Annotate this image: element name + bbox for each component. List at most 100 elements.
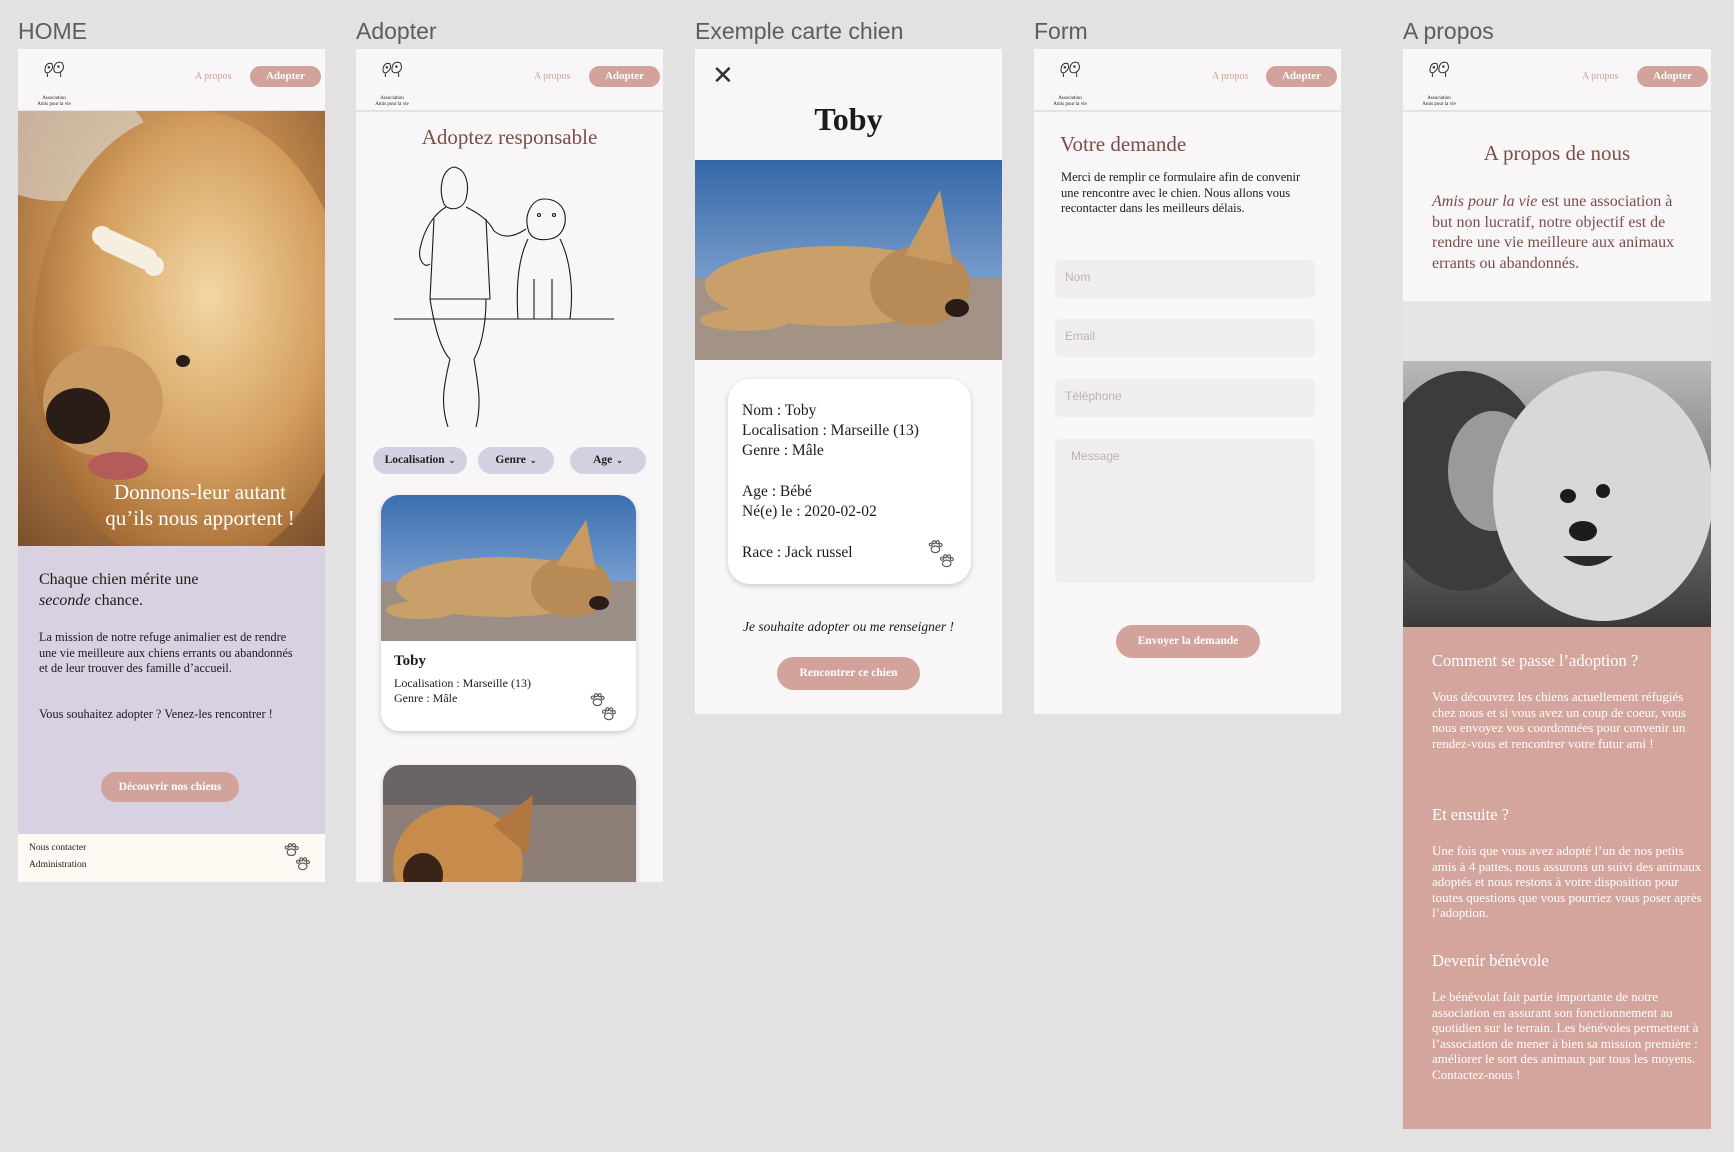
info-age: Age : Bébé	[742, 483, 812, 500]
mission-lead-em: seconde	[39, 592, 91, 609]
filter-genre-label: Genre	[495, 454, 526, 466]
paw-icon	[588, 691, 620, 723]
paw-icon	[926, 538, 958, 570]
logo[interactable]: Association Amis pour la vie	[1050, 57, 1090, 107]
frame-label-apropos: A propos	[1403, 18, 1494, 44]
filter-genre[interactable]: Genre ⌄	[478, 447, 554, 474]
mission-lead-text: Chaque chien mérite une	[39, 571, 199, 588]
logo-text-2: Amis pour la vie	[1422, 102, 1456, 107]
dog-name: Toby	[394, 653, 426, 669]
filter-localisation-label: Localisation	[384, 454, 445, 466]
dog-location: Localisation : Marseille (13)	[394, 676, 531, 690]
frame-apropos: Association Amis pour la vie A propos Ad…	[1403, 49, 1711, 1129]
meet-dog-button[interactable]: Rencontrer ce chien	[777, 657, 920, 690]
adoption-info-section: Comment se passe l’adoption ? Vous décou…	[1403, 627, 1711, 1129]
mission-paragraph: La mission de notre refuge animalier est…	[39, 630, 293, 676]
heading-adoption-process: Comment se passe l’adoption ?	[1432, 651, 1639, 670]
page-title: Adoptez responsable	[421, 125, 598, 149]
hero-tagline-2: qu’ils nous apportent !	[105, 506, 295, 530]
mission-lead-end: chance.	[90, 592, 143, 609]
header: Association Amis pour la vie A propos Ad…	[1034, 49, 1341, 112]
header: Association Amis pour la vie A propos Ad…	[18, 49, 325, 112]
dog-info-card: Nom : Toby Localisation : Marseille (13)…	[728, 379, 971, 584]
frame-form: Association Amis pour la vie A propos Ad…	[1034, 49, 1341, 714]
hero-tagline: Donnons-leur autant qu’ils nous apporten…	[80, 479, 320, 531]
nav-adopter-button[interactable]: Adopter	[1637, 66, 1708, 87]
paw-icon	[282, 840, 314, 874]
logo[interactable]: Association Amis pour la vie	[34, 57, 74, 107]
nav-apropos-link[interactable]: A propos	[195, 71, 231, 82]
logo-dogs-icon	[1419, 57, 1459, 91]
phone-field[interactable]: Téléphone	[1055, 379, 1315, 417]
about-title: A propos de nous	[1483, 141, 1631, 165]
filter-age[interactable]: Age ⌄	[570, 447, 646, 474]
info-localisation: Localisation : Marseille (13)	[742, 422, 919, 439]
email-field[interactable]: Email	[1055, 319, 1315, 357]
dog-title: Toby	[814, 101, 883, 137]
paragraph-adoption-process: Vous découvrez les chiens actuellement r…	[1432, 689, 1686, 751]
info-race: Race : Jack russel	[742, 544, 853, 561]
mission-lead: Chaque chien mérite une seconde chance.	[39, 569, 299, 611]
logo-dogs-icon	[1050, 57, 1090, 91]
nav-adopter-button[interactable]: Adopter	[1266, 66, 1337, 87]
form-title: Votre demande	[1060, 132, 1187, 156]
logo[interactable]: Association Amis pour la vie	[372, 57, 412, 107]
chevron-down-icon: ⌄	[529, 456, 537, 465]
logo[interactable]: Association Amis pour la vie	[1419, 57, 1459, 107]
mission-section: Chaque chien mérite une seconde chance. …	[18, 546, 325, 834]
header: Association Amis pour la vie A propos Ad…	[356, 49, 663, 112]
frame-label-home: HOME	[18, 18, 87, 44]
heading-et-ensuite: Et ensuite ?	[1432, 805, 1509, 824]
chevron-down-icon: ⌄	[448, 456, 456, 465]
paragraph-benevole: Le bénévolat fait partie importante de n…	[1432, 989, 1699, 1082]
logo-text-2: Amis pour la vie	[375, 102, 409, 107]
close-icon[interactable]: ✕	[712, 63, 734, 89]
dog-photo-toby	[381, 495, 636, 641]
footer: Nous contacter Administration	[18, 834, 325, 882]
heading-benevole: Devenir bénévole	[1432, 951, 1549, 970]
message-field[interactable]: Message	[1055, 439, 1315, 583]
logo-dogs-icon	[34, 57, 74, 91]
frame-label-exemple: Exemple carte chien	[695, 18, 904, 44]
logo-dogs-icon	[372, 57, 412, 91]
name-field[interactable]: Nom	[1055, 260, 1315, 298]
about-intro: Amis pour la vie est une association à b…	[1432, 192, 1688, 274]
adopt-question: Je souhaite adopter ou me renseigner !	[743, 619, 954, 634]
form-intro: Merci de remplir ce formulaire afin de c…	[1061, 170, 1301, 216]
discover-dogs-button[interactable]: Découvrir nos chiens	[101, 772, 239, 802]
dog-photo-toby	[695, 160, 1002, 360]
filter-age-label: Age	[593, 454, 613, 466]
hero-tagline-1: Donnons-leur autant	[113, 480, 287, 504]
nav-apropos-link[interactable]: A propos	[1212, 71, 1248, 82]
frame-label-form: Form	[1034, 18, 1088, 44]
dog-genre: Genre : Mâle	[394, 691, 458, 705]
dog-photo-2	[383, 765, 636, 882]
nav-apropos-link[interactable]: A propos	[1582, 71, 1618, 82]
logo-text-2: Amis pour la vie	[1053, 102, 1087, 107]
filter-localisation[interactable]: Localisation ⌄	[373, 447, 467, 474]
info-nom: Nom : Toby	[742, 402, 817, 419]
woman-dog-photo	[1403, 301, 1711, 627]
chevron-down-icon: ⌄	[616, 456, 623, 465]
contact-link[interactable]: Nous contacter	[29, 843, 86, 853]
header: Association Amis pour la vie A propos Ad…	[1403, 49, 1711, 112]
nav-adopter-button[interactable]: Adopter	[250, 66, 321, 87]
adopt-invite: Vous souhaitez adopter ? Venez-les renco…	[39, 707, 273, 721]
logo-text-2: Amis pour la vie	[37, 102, 71, 107]
nav-adopter-button[interactable]: Adopter	[589, 66, 660, 87]
frame-adopter: Association Amis pour la vie A propos Ad…	[356, 49, 663, 882]
frame-home: Association Amis pour la vie A propos Ad…	[18, 49, 325, 882]
dog-card[interactable]	[383, 765, 636, 882]
admin-link[interactable]: Administration	[29, 860, 87, 870]
dog-card[interactable]: Toby Localisation : Marseille (13) Genre…	[381, 495, 636, 731]
paragraph-et-ensuite: Une fois que vous avez adopté l’un de no…	[1432, 843, 1702, 921]
frame-exemple: ✕ Toby Nom : Toby Localisation : Marseil…	[695, 49, 1002, 714]
info-genre: Genre : Mâle	[742, 442, 824, 459]
frame-label-adopter: Adopter	[356, 18, 437, 44]
info-birthdate: Né(e) le : 2020-02-02	[742, 503, 877, 520]
woman-dog-illustration	[394, 166, 614, 428]
submit-button[interactable]: Envoyer la demande	[1116, 625, 1260, 658]
nav-apropos-link[interactable]: A propos	[534, 71, 570, 82]
about-intro-em: Amis pour la vie	[1432, 193, 1538, 210]
hero-dog-photo: Donnons-leur autant qu’ils nous apporten…	[18, 111, 325, 546]
